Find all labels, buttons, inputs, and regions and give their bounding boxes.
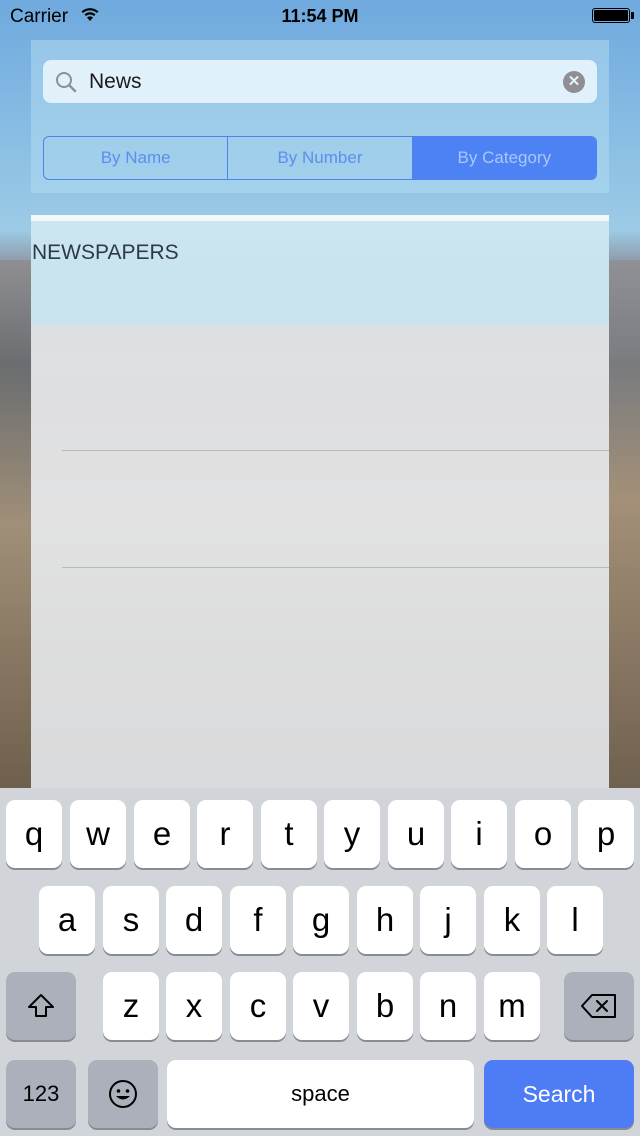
- key-m[interactable]: m: [484, 972, 540, 1040]
- emoji-key[interactable]: [88, 1060, 158, 1128]
- key-q[interactable]: q: [6, 800, 62, 868]
- key-y[interactable]: y: [324, 800, 380, 868]
- key-d[interactable]: d: [166, 886, 222, 954]
- background-mountain-left: [0, 260, 32, 790]
- segment-by-name[interactable]: By Name: [44, 137, 229, 179]
- shift-key[interactable]: [6, 972, 76, 1040]
- key-e[interactable]: e: [134, 800, 190, 868]
- key-o[interactable]: o: [515, 800, 571, 868]
- section-header: NEWSPAPERS: [31, 221, 609, 326]
- key-l[interactable]: l: [547, 886, 603, 954]
- key-v[interactable]: v: [293, 972, 349, 1040]
- search-panel: ✕ By Name By Number By Category: [31, 40, 609, 193]
- background-mountain-right: [608, 260, 640, 790]
- sort-segmented-control: By Name By Number By Category: [43, 136, 597, 180]
- segment-by-category[interactable]: By Category: [412, 137, 596, 179]
- key-b[interactable]: b: [357, 972, 413, 1040]
- key-r[interactable]: r: [197, 800, 253, 868]
- section-title: NEWSPAPERS: [32, 241, 179, 264]
- key-g[interactable]: g: [293, 886, 349, 954]
- row-divider: [62, 450, 609, 451]
- key-c[interactable]: c: [230, 972, 286, 1040]
- search-input[interactable]: [89, 60, 549, 103]
- key-w[interactable]: w: [70, 800, 126, 868]
- key-f[interactable]: f: [230, 886, 286, 954]
- emoji-icon: [109, 1080, 137, 1108]
- search-bar[interactable]: ✕: [43, 60, 597, 103]
- key-x[interactable]: x: [166, 972, 222, 1040]
- row-divider: [62, 567, 609, 568]
- battery-tip: [631, 12, 634, 19]
- key-j[interactable]: j: [420, 886, 476, 954]
- segment-by-number[interactable]: By Number: [228, 137, 413, 179]
- search-icon: [56, 72, 77, 93]
- key-a[interactable]: a: [39, 886, 95, 954]
- space-key[interactable]: space: [167, 1060, 474, 1128]
- key-k[interactable]: k: [484, 886, 540, 954]
- numbers-key[interactable]: 123: [6, 1060, 76, 1128]
- status-bar: Carrier 11:54 PM: [0, 0, 640, 34]
- key-h[interactable]: h: [357, 886, 413, 954]
- clock: 11:54 PM: [281, 6, 359, 26]
- key-u[interactable]: u: [388, 800, 444, 868]
- key-t[interactable]: t: [261, 800, 317, 868]
- delete-key[interactable]: [564, 972, 634, 1040]
- results-table: NEWSPAPERS: [31, 215, 609, 790]
- key-z[interactable]: z: [103, 972, 159, 1040]
- key-p[interactable]: p: [578, 800, 634, 868]
- key-i[interactable]: i: [451, 800, 507, 868]
- shift-icon: [28, 994, 54, 1017]
- key-n[interactable]: n: [420, 972, 476, 1040]
- clear-search-icon[interactable]: ✕: [563, 71, 585, 93]
- keyboard: q w e r t y u i o p a s d f g h j k l z …: [0, 788, 640, 1136]
- backspace-icon: [581, 994, 616, 1018]
- battery-icon: [592, 8, 630, 23]
- key-s[interactable]: s: [103, 886, 159, 954]
- search-key[interactable]: Search: [484, 1060, 634, 1128]
